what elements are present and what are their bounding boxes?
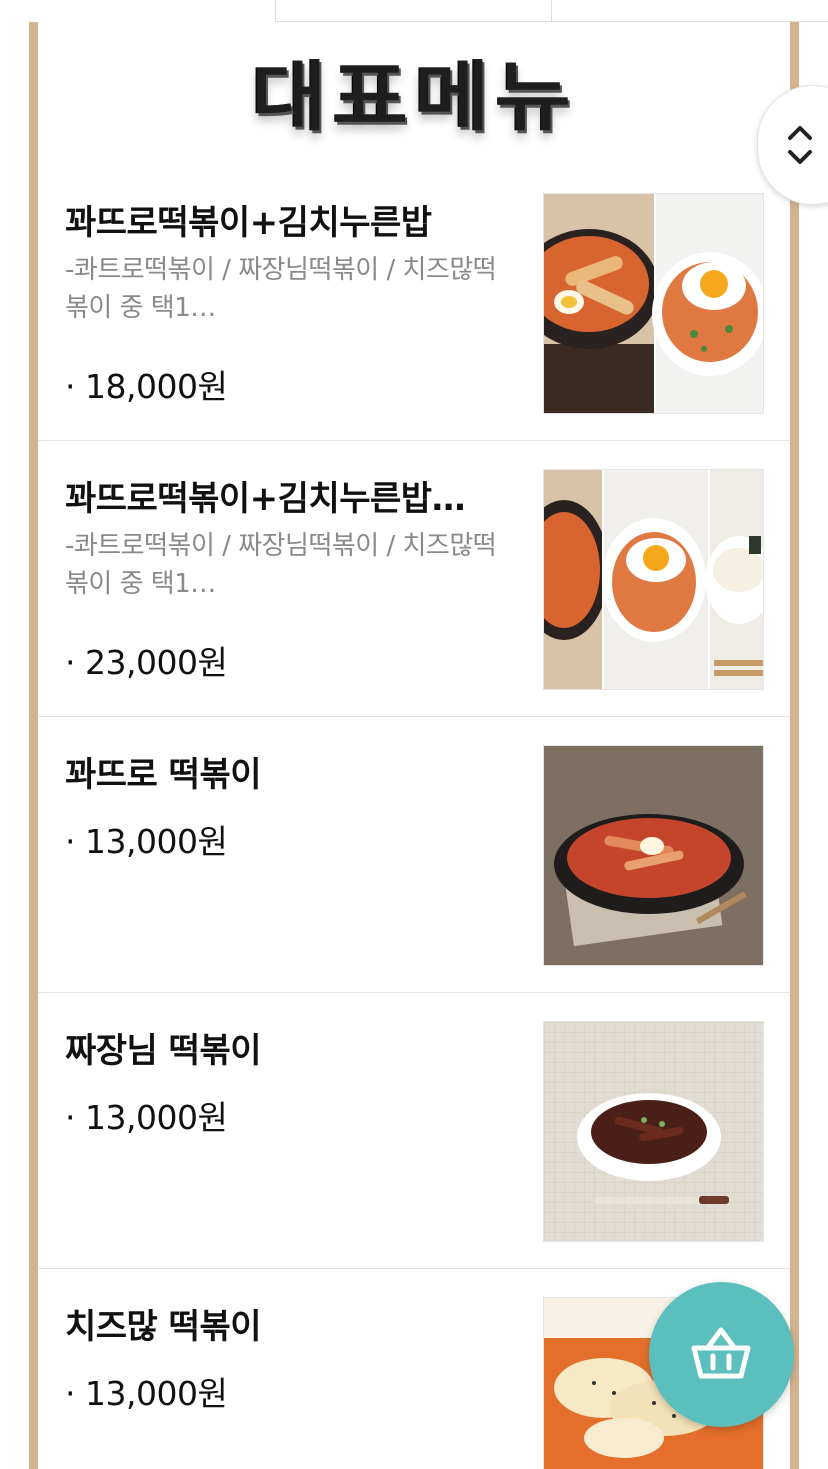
menu-item-description: -콰트로떡볶이 / 짜장님떡볶이 / 치즈많떡볶이 중 택1… xyxy=(65,255,497,323)
menu-item-image[interactable] xyxy=(543,469,764,690)
menu-item-name: 치즈많 떡볶이 xyxy=(65,1307,262,1347)
menu-item-price: · 18,000원 xyxy=(65,367,228,406)
menu-item[interactable]: 꽈뜨로 떡볶이 · 13,000원 xyxy=(38,717,790,993)
menu-item-name: 짜장님 떡볶이 xyxy=(65,1031,262,1071)
menu-item-name: 꽈뜨로 떡볶이 xyxy=(65,755,262,795)
chevron-up-down-icon xyxy=(788,126,812,164)
menu-item-name: 꽈뜨로떡볶이+김치누른밥 xyxy=(65,203,432,243)
section-title: 대표메뉴 xyxy=(38,30,790,150)
menu-item[interactable]: 꽈뜨로떡볶이+김치누른밥 -콰트로떡볶이 / 짜장님떡볶이 / 치즈많떡볶이 중… xyxy=(38,165,790,441)
menu-item-image[interactable] xyxy=(543,193,764,414)
menu-item-price: · 13,000원 xyxy=(65,822,228,861)
menu-item[interactable]: 꽈뜨로떡볶이+김치누른밥… -콰트로떡볶이 / 짜장님떡볶이 / 치즈많떡볶이 … xyxy=(38,441,790,717)
menu-item-price: · 13,000원 xyxy=(65,1374,228,1413)
menu-item-image[interactable] xyxy=(543,745,764,966)
menu-item-image[interactable] xyxy=(543,1021,764,1242)
menu-item-price: · 13,000원 xyxy=(65,1098,228,1137)
basket-icon xyxy=(691,1327,751,1379)
menu-item-name: 꽈뜨로떡볶이+김치누른밥… xyxy=(65,479,466,519)
frame-left-border xyxy=(29,22,38,1469)
menu-item[interactable]: 짜장님 떡볶이 · 13,000원 xyxy=(38,993,790,1269)
menu-item-description: -콰트로떡볶이 / 짜장님떡볶이 / 치즈많떡볶이 중 택1… xyxy=(65,531,497,599)
menu-item-price: · 23,000원 xyxy=(65,643,228,682)
frame-right-border xyxy=(790,22,799,1469)
cart-button[interactable] xyxy=(649,1282,794,1427)
top-tab-bar xyxy=(275,0,828,22)
tab-divider xyxy=(551,0,552,22)
section-title-text: 대표메뉴 xyxy=(251,53,577,142)
